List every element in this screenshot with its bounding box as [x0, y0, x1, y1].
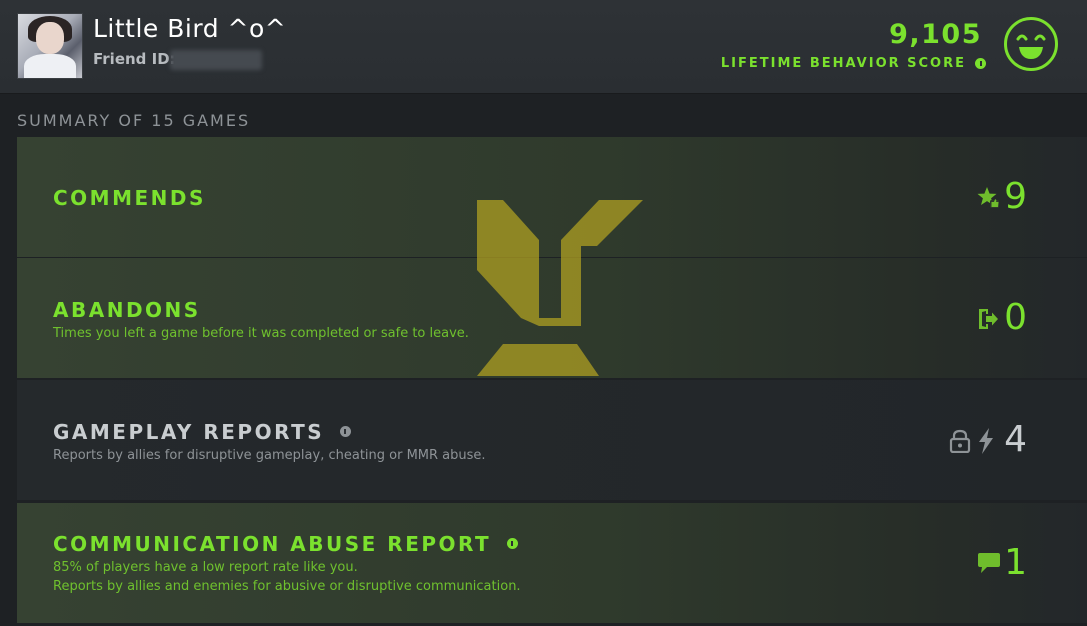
commends-value: 9 — [1004, 176, 1027, 217]
chat-bubble-icon — [978, 553, 1000, 573]
commends-title: COMMENDS — [53, 186, 206, 210]
emblem-watermark-icon — [477, 200, 643, 376]
profile-header: Little Bird ^o^ Friend ID: 9,105 LIFETIM… — [0, 0, 1087, 94]
lifetime-behavior-score-label: LIFETIME BEHAVIOR SCORE — [720, 56, 966, 71]
abandons-desc: Times you left a game before it was comp… — [53, 326, 469, 341]
gameplay-reports-title-text: GAMEPLAY REPORTS — [53, 420, 325, 444]
communication-abuse-rate: 85% of players have a low report rate li… — [53, 560, 358, 575]
info-icon[interactable] — [506, 538, 518, 549]
lock-icon — [949, 429, 971, 453]
star-thumbs-up-icon — [977, 187, 999, 208]
lightning-icon — [979, 428, 993, 454]
gameplay-reports-title: GAMEPLAY REPORTS — [53, 420, 351, 444]
lifetime-behavior-score: 9,105 — [889, 19, 982, 50]
player-name: Little Bird ^o^ — [93, 14, 287, 43]
communication-abuse-desc: Reports by allies and enemies for abusiv… — [53, 579, 521, 594]
abandons-title: ABANDONS — [53, 298, 201, 322]
gameplay-reports-value: 4 — [1004, 419, 1027, 460]
exit-door-icon — [979, 309, 998, 329]
communication-abuse-title-text: COMMUNICATION ABUSE REPORT — [53, 532, 492, 556]
gameplay-reports-desc: Reports by allies for disruptive gamepla… — [53, 448, 486, 463]
info-icon[interactable] — [339, 426, 351, 437]
abandons-value: 0 — [1004, 297, 1027, 338]
communication-abuse-title: COMMUNICATION ABUSE REPORT — [53, 532, 518, 556]
communication-abuse-row: COMMUNICATION ABUSE REPORT 85% of player… — [17, 503, 1087, 623]
summary-title: SUMMARY OF 15 GAMES — [17, 111, 251, 130]
behavior-summary-page: { "header": { "player_name": "Little Bir… — [0, 0, 1087, 626]
gameplay-reports-row: GAMEPLAY REPORTS Reports by allies for d… — [17, 380, 1087, 500]
friend-id-label: Friend ID: — [93, 50, 176, 68]
avatar[interactable] — [17, 13, 83, 79]
info-icon[interactable] — [975, 58, 986, 69]
communication-abuse-value: 1 — [1004, 542, 1027, 583]
smiley-face-icon — [1004, 17, 1058, 71]
friend-id-value — [170, 50, 262, 70]
